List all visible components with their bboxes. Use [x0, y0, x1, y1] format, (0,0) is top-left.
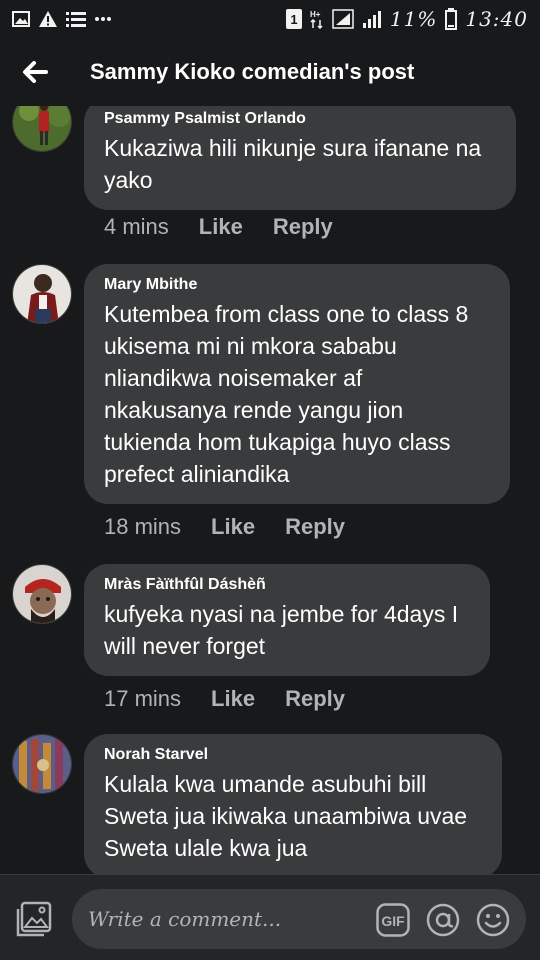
comment-composer: GIF [0, 874, 540, 960]
page-title: Sammy Kioko comedian's post [90, 59, 415, 84]
photo-button[interactable] [16, 901, 52, 937]
back-arrow-icon [23, 61, 48, 83]
comment-input-wrapper[interactable]: GIF [72, 889, 526, 949]
comment-actions: 18 mins Like Reply [104, 514, 345, 540]
comment-text: Kutembea from class one to class 8 ukise… [104, 301, 469, 487]
comment-text: kufyeka nyasi na jembe for 4days I will … [104, 601, 459, 659]
like-button[interactable]: Like [199, 214, 243, 240]
comment-author[interactable]: Mary Mbithe [104, 276, 490, 294]
sim-icon: 1 [285, 9, 302, 29]
comment-bubble[interactable]: Mary Mbithe Kutembea from class one to c… [84, 264, 510, 504]
avatar[interactable] [12, 106, 72, 152]
status-bar-left [12, 10, 112, 28]
list-notification-icon [66, 11, 86, 27]
sim-number: 1 [290, 12, 297, 27]
emoji-button[interactable] [476, 903, 510, 937]
clock: 13:40 [465, 7, 528, 31]
at-sign-icon [426, 903, 460, 937]
comment-author[interactable]: Mràs Fàïthfûl Dáshèñ [104, 576, 470, 594]
comment-time: 18 mins [104, 514, 182, 539]
comment-bubble[interactable]: Norah Starvel Kulala kwa umande asubuhi … [84, 734, 502, 874]
comment-author[interactable]: Psammy Psalmist Orlando [104, 110, 496, 128]
like-button[interactable]: Like [211, 686, 255, 712]
avatar[interactable] [12, 564, 72, 624]
battery-icon [445, 8, 458, 30]
gif-label: GIF [381, 913, 405, 929]
reply-button[interactable]: Reply [273, 214, 333, 240]
data-transfer-icon: H+ [310, 9, 324, 29]
comments-list[interactable]: Psammy Psalmist Orlando Kukaziwa hili ni… [0, 106, 540, 874]
status-bar-right: 1 H+ 11% 13:40 [285, 7, 528, 31]
back-button[interactable] [0, 38, 70, 106]
gallery-notification-icon [12, 11, 30, 27]
header: Sammy Kioko comedian's post [0, 38, 540, 106]
like-button[interactable]: Like [211, 514, 255, 540]
status-bar: 1 H+ 11% 13:40 [0, 0, 540, 38]
comment-bubble[interactable]: Psammy Psalmist Orlando Kukaziwa hili ni… [84, 106, 516, 210]
comment-time: 17 mins [104, 686, 182, 711]
warning-icon [38, 10, 58, 28]
avatar[interactable] [12, 264, 72, 324]
comment-author[interactable]: Norah Starvel [104, 746, 482, 764]
comment-actions: 4 mins Like Reply [104, 214, 333, 240]
signal-sim2-icon [362, 10, 382, 28]
reply-button[interactable]: Reply [285, 514, 345, 540]
photo-icon [16, 901, 52, 937]
reply-button[interactable]: Reply [285, 686, 345, 712]
gif-button[interactable]: GIF [376, 903, 410, 937]
svg-text:H+: H+ [310, 10, 321, 19]
comment-bubble[interactable]: Mràs Fàïthfûl Dáshèñ kufyeka nyasi na je… [84, 564, 490, 676]
battery-percent: 11% [389, 7, 438, 31]
signal-sim1-icon [332, 9, 354, 29]
smiley-icon [476, 903, 510, 937]
comment-text: Kulala kwa umande asubuhi bill Sweta jua… [104, 771, 468, 861]
composer-actions: GIF [376, 903, 510, 937]
avatar[interactable] [12, 734, 72, 794]
comment-text: Kukaziwa hili nikunje sura ifanane na ya… [104, 135, 482, 193]
more-notifications-icon [94, 16, 112, 22]
mention-button[interactable] [426, 903, 460, 937]
comment-input[interactable] [88, 907, 368, 931]
gif-icon: GIF [376, 903, 410, 937]
comment-time: 4 mins [104, 214, 169, 239]
comment-actions: 17 mins Like Reply [104, 686, 345, 712]
